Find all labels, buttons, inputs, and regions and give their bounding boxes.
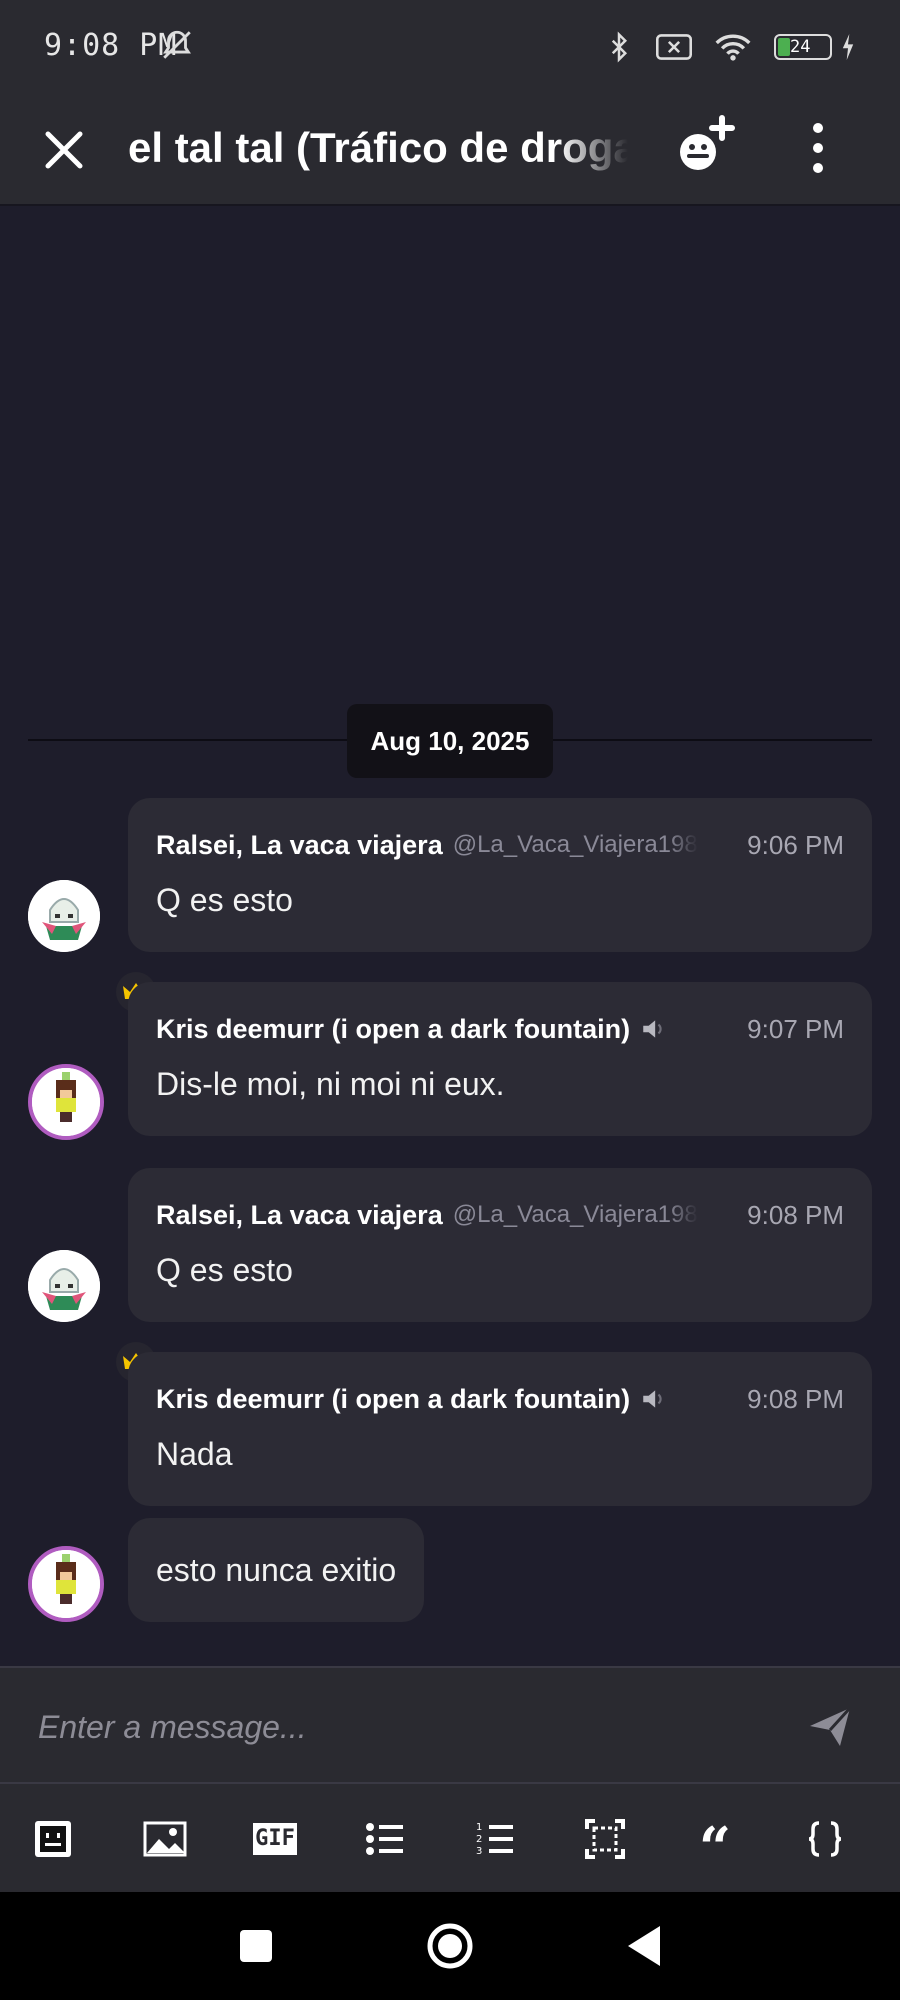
status-bar: 9:08 PM 24: [0, 0, 900, 100]
message-header: Kris deemurr (i open a dark fountain) 9:…: [156, 1006, 844, 1052]
emoji-keyboard-icon: [35, 1821, 71, 1857]
message-time: 9:07 PM: [747, 1013, 844, 1044]
system-nav-bar: [0, 1892, 900, 2000]
ralsei-avatar-icon: [28, 880, 100, 952]
composer: [0, 1666, 900, 1784]
image-button[interactable]: [138, 1812, 192, 1866]
avatar[interactable]: [28, 1064, 104, 1140]
formatting-toolbar: GIF 1 2 3 “: [0, 1782, 900, 1894]
spoiler-button[interactable]: [578, 1812, 632, 1866]
home-icon[interactable]: [418, 1914, 482, 1978]
message-input[interactable]: [36, 1698, 780, 1756]
gif-button[interactable]: GIF: [248, 1812, 302, 1866]
image-icon: [143, 1821, 187, 1857]
message-time: 9:08 PM: [747, 1199, 844, 1230]
avatar[interactable]: [28, 1546, 104, 1622]
ralsei-avatar-icon: [28, 1250, 100, 1322]
message-author[interactable]: Kris deemurr (i open a dark fountain): [156, 1014, 630, 1045]
kris-avatar-icon: [32, 1550, 100, 1618]
message-text: Nada: [156, 1436, 233, 1472]
code-braces-icon: [808, 1821, 842, 1857]
spoiler-icon: [585, 1819, 625, 1859]
bullet-list-button[interactable]: [358, 1812, 412, 1866]
chat-title[interactable]: el tal tal (Tráfico de drogas): [128, 118, 628, 178]
speaker-icon: [643, 1020, 662, 1038]
bluetooth-icon: [611, 31, 628, 63]
message-handle: @La_Vaca_Viajera1983: [452, 831, 698, 858]
bullet-list-icon: [366, 1823, 403, 1855]
message-time: 9:06 PM: [747, 829, 844, 860]
back-icon[interactable]: [612, 1914, 676, 1978]
message-author[interactable]: Ralsei, La vaca viajera: [156, 1200, 443, 1231]
numbered-list-button[interactable]: 1 2 3: [468, 1812, 522, 1866]
more-options-icon[interactable]: [790, 116, 846, 180]
avatar[interactable]: [28, 880, 100, 952]
battery-level: 24: [790, 37, 811, 57]
svg-text:3: 3: [476, 1846, 482, 1857]
message-bubble[interactable]: Ralsei, La vaca viajera @La_Vaca_Viajera…: [128, 798, 872, 952]
message-bubble[interactable]: esto nunca exitio: [128, 1518, 425, 1622]
message-text: Q es esto: [156, 1252, 293, 1288]
battery-icon: 24: [774, 34, 832, 60]
no-sim-icon: [656, 34, 692, 60]
date-separator: Aug 10, 2025: [347, 704, 553, 778]
message-text: Dis-le moi, ni moi ni eux.: [156, 1066, 505, 1102]
close-icon[interactable]: [36, 120, 92, 180]
svg-text:2: 2: [476, 1834, 482, 1845]
speaker-icon: [643, 1390, 662, 1408]
emoji-keyboard-button[interactable]: [26, 1812, 80, 1866]
gif-label: GIF: [255, 1826, 295, 1851]
wifi-icon: [715, 34, 751, 61]
code-block-button[interactable]: [798, 1812, 852, 1866]
send-icon[interactable]: [806, 1702, 854, 1750]
kris-avatar-icon: [32, 1068, 100, 1136]
message-header: Kris deemurr (i open a dark fountain) 9:…: [156, 1376, 844, 1422]
status-time: 9:08 PM: [44, 28, 178, 63]
message-header: Ralsei, La vaca viajera @La_Vaca_Viajera…: [156, 822, 844, 868]
quote-button[interactable]: “: [688, 1812, 742, 1881]
message-author[interactable]: Kris deemurr (i open a dark fountain): [156, 1384, 630, 1415]
numbered-list-icon: 1 2 3: [476, 1822, 513, 1857]
message-bubble[interactable]: Kris deemurr (i open a dark fountain) 9:…: [128, 1352, 872, 1506]
gif-icon: GIF: [253, 1823, 297, 1855]
charging-icon: [842, 34, 854, 60]
message-bubble[interactable]: Ralsei, La vaca viajera @La_Vaca_Viajera…: [128, 1168, 872, 1322]
message-text: Q es esto: [156, 882, 293, 918]
message-time: 9:08 PM: [747, 1383, 844, 1414]
add-reaction-icon[interactable]: [672, 112, 740, 180]
message-bubble[interactable]: Kris deemurr (i open a dark fountain) 9:…: [128, 982, 872, 1136]
recents-icon[interactable]: [224, 1914, 288, 1978]
app-bar: el tal tal (Tráfico de drogas): [0, 100, 900, 206]
svg-text:1: 1: [476, 1822, 482, 1833]
bell-muted-icon: [163, 30, 191, 59]
message-header: Ralsei, La vaca viajera @La_Vaca_Viajera…: [156, 1192, 844, 1238]
chat-area[interactable]: Aug 10, 2025 Ralsei, La vaca viajera @La…: [0, 206, 900, 1666]
quote-icon: “: [698, 1815, 732, 1881]
message-author[interactable]: Ralsei, La vaca viajera: [156, 830, 443, 861]
avatar[interactable]: [28, 1250, 100, 1322]
message-handle: @La_Vaca_Viajera1983: [452, 1201, 698, 1228]
